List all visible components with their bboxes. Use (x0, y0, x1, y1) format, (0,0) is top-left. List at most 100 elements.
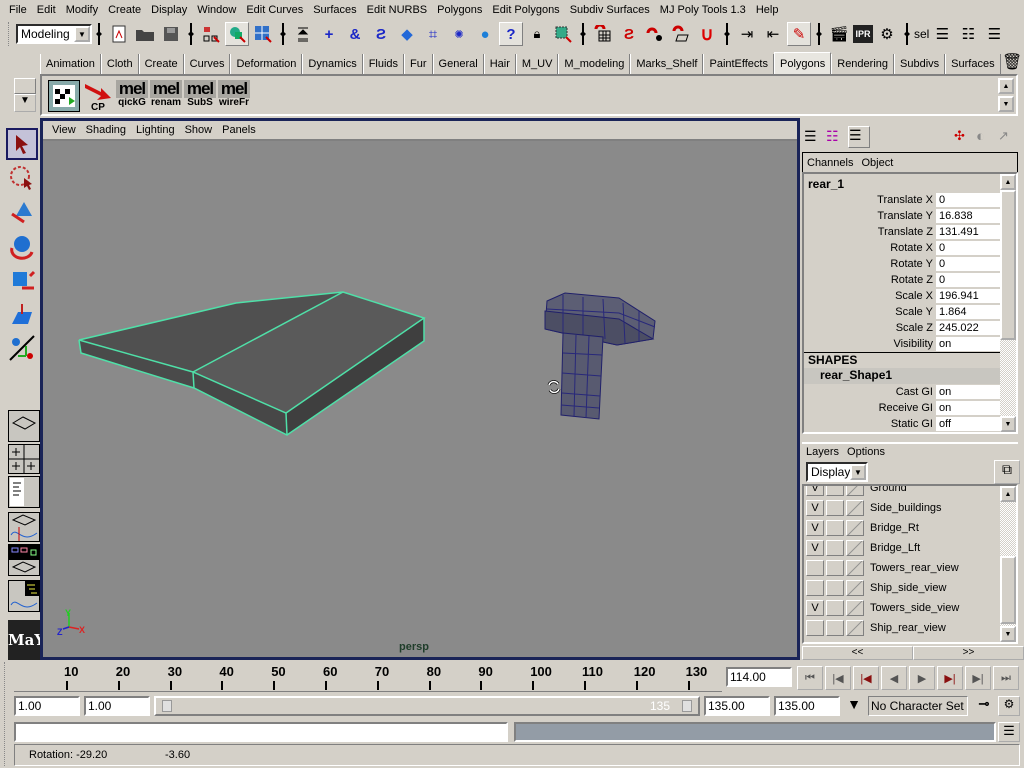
layer-display-type-toggle[interactable] (826, 580, 844, 596)
pick-icon[interactable]: ↗ (998, 128, 1018, 148)
menu-mj-poly-tools[interactable]: MJ Poly Tools 1.3 (655, 4, 751, 16)
shelf-tab-fluids[interactable]: Fluids (362, 54, 405, 74)
persp-trax-layout-icon[interactable] (8, 580, 40, 612)
layer-row[interactable]: V Ground (804, 486, 907, 498)
collapse-divider[interactable] (98, 23, 100, 45)
time-slider[interactable]: 10 20 30 40 50 60 70 80 90 100 110 120 130 (14, 664, 722, 692)
shelf-button-wirefr[interactable]: mel wireFr (218, 80, 250, 112)
select-rendering-icon[interactable]: ● (473, 22, 497, 46)
range-end-field[interactable]: 135.00 (774, 696, 840, 716)
construction-history-icon[interactable]: ✎ (787, 22, 811, 46)
show-tool-settings-icon[interactable]: ☷ (956, 22, 980, 46)
shelf-tab-polygons[interactable]: Polygons (773, 52, 832, 74)
menu-display[interactable]: Display (146, 4, 192, 16)
hypershade-persp-layout-icon[interactable] (8, 544, 40, 576)
scroll-thumb[interactable] (1000, 556, 1016, 624)
layer-display-select[interactable]: Display ▼ (806, 462, 868, 482)
menu-create[interactable]: Create (103, 4, 146, 16)
channel-label[interactable]: Cast GI (804, 386, 936, 398)
menu-edit-curves[interactable]: Edit Curves (241, 4, 308, 16)
single-perspective-layout-icon[interactable] (8, 410, 40, 442)
go-to-start-icon[interactable]: ⏮ (797, 666, 823, 690)
select-misc-icon[interactable]: ? (499, 22, 523, 46)
layer-name[interactable]: Side_buildings (870, 502, 942, 514)
new-scene-icon[interactable] (107, 22, 131, 46)
playback-end-field[interactable]: 135.00 (704, 696, 770, 716)
scroll-up-icon[interactable]: ▲ (1000, 174, 1016, 190)
channel-value-field[interactable]: on (936, 336, 1000, 352)
collapse-divider[interactable] (726, 23, 728, 45)
channel-value-field[interactable]: 0 (936, 256, 1000, 272)
shelf-tab-animation[interactable]: Animation (40, 54, 101, 74)
render-globals-icon[interactable]: ⚙ (875, 22, 899, 46)
shelf-tab-subdivs[interactable]: Subdivs (894, 54, 946, 74)
manipulator-tool-icon[interactable] (6, 298, 38, 330)
shelf-button-checker-uv[interactable] (48, 80, 80, 112)
layer-name[interactable]: Bridge_Rt (870, 522, 919, 534)
layer-display-type-toggle[interactable] (826, 500, 844, 516)
show-channel-box-icon[interactable]: ☰ (982, 22, 1006, 46)
channel-box-menu-object[interactable]: Object (861, 157, 893, 169)
layer-row[interactable]: V Towers_side_view (804, 598, 959, 618)
scroll-thumb[interactable] (1000, 190, 1016, 340)
viewport-persp[interactable]: View Shading Lighting Show Panels Y X Z … (40, 118, 800, 660)
shelf-tab-painteffects[interactable]: PaintEffects (703, 54, 774, 74)
go-to-end-icon[interactable]: ⏭ (993, 666, 1019, 690)
mask-toggle-icon[interactable] (291, 22, 315, 46)
current-time-field[interactable]: 114.00 (726, 667, 792, 687)
layer-row[interactable]: V Bridge_Rt (804, 518, 919, 538)
auto-key-icon[interactable]: ⊸ (972, 696, 996, 716)
render-frame-icon[interactable]: 🎬︎ (827, 22, 851, 46)
lasso-tool-icon[interactable] (6, 162, 38, 194)
select-dynamics-icon[interactable]: ✺ (447, 22, 471, 46)
channel-value-field[interactable]: 0 (936, 240, 1000, 256)
select-handles-icon[interactable]: + (317, 22, 341, 46)
ipr-render-icon[interactable]: IPR (853, 25, 873, 43)
channel-value-field[interactable]: 1.864 (936, 304, 1000, 320)
step-forward-key-icon[interactable]: ▶| (965, 666, 991, 690)
layer-color-swatch[interactable] (846, 620, 864, 636)
shelf-tab-m-modeling[interactable]: M_modeling (558, 54, 631, 74)
open-scene-icon[interactable] (133, 22, 157, 46)
channel-label[interactable]: Scale Y (804, 306, 936, 318)
channel-value-field[interactable]: 131.491 (936, 224, 1000, 240)
menu-polygons[interactable]: Polygons (432, 4, 487, 16)
layer-nav-prev-button[interactable]: << (802, 646, 913, 660)
character-set-dropdown-icon[interactable]: ▼ (842, 696, 866, 716)
snap-to-points-icon[interactable] (643, 22, 667, 46)
viewport-menu-show[interactable]: Show (180, 124, 218, 136)
select-surfaces-icon[interactable]: ◆ (395, 22, 419, 46)
layer-display-type-toggle[interactable] (826, 540, 844, 556)
layer-row[interactable]: Ship_side_view (804, 578, 946, 598)
layer-display-type-toggle[interactable] (826, 520, 844, 536)
layer-name[interactable]: Ground (870, 486, 907, 494)
layer-color-swatch[interactable] (846, 540, 864, 556)
layer-visibility-toggle[interactable]: V (806, 540, 824, 556)
select-object-icon[interactable] (225, 22, 249, 46)
layer-row[interactable]: Ship_rear_view (804, 618, 946, 638)
channel-label[interactable]: Rotate Z (804, 274, 936, 286)
layer-name[interactable]: Ship_rear_view (870, 622, 946, 634)
menu-modify[interactable]: Modify (61, 4, 103, 16)
menu-window[interactable]: Window (192, 4, 241, 16)
channel-box-icon[interactable]: ☰ (804, 128, 822, 146)
viewport-menu-lighting[interactable]: Lighting (131, 124, 180, 136)
layer-color-swatch[interactable] (846, 600, 864, 616)
input-operations-icon[interactable]: ⇥ (735, 22, 759, 46)
menu-edit[interactable]: Edit (32, 4, 61, 16)
snap-to-view-planes-icon[interactable] (669, 22, 693, 46)
scroll-up-icon[interactable]: ▲ (1000, 486, 1016, 502)
channel-label[interactable]: Translate Y (804, 210, 936, 222)
channel-box-scrollbar[interactable]: ▲ ▼ (1000, 174, 1016, 432)
playback-start-field[interactable]: 1.00 (84, 696, 150, 716)
menu-edit-nurbs[interactable]: Edit NURBS (362, 4, 433, 16)
shelf-options-dropdown-icon[interactable]: ▼ (14, 94, 36, 112)
shelf-tab-create[interactable]: Create (138, 54, 184, 74)
make-live-icon[interactable]: ∪ (695, 22, 719, 46)
shelf-tab-dynamics[interactable]: Dynamics (302, 54, 363, 74)
shelf-tab-fur[interactable]: Fur (404, 54, 433, 74)
last-tool-icon[interactable] (6, 332, 38, 364)
layer-name[interactable]: Towers_side_view (870, 602, 959, 614)
create-layer-icon[interactable]: ⧉ (994, 460, 1020, 484)
channel-value-field[interactable]: 0 (936, 272, 1000, 288)
